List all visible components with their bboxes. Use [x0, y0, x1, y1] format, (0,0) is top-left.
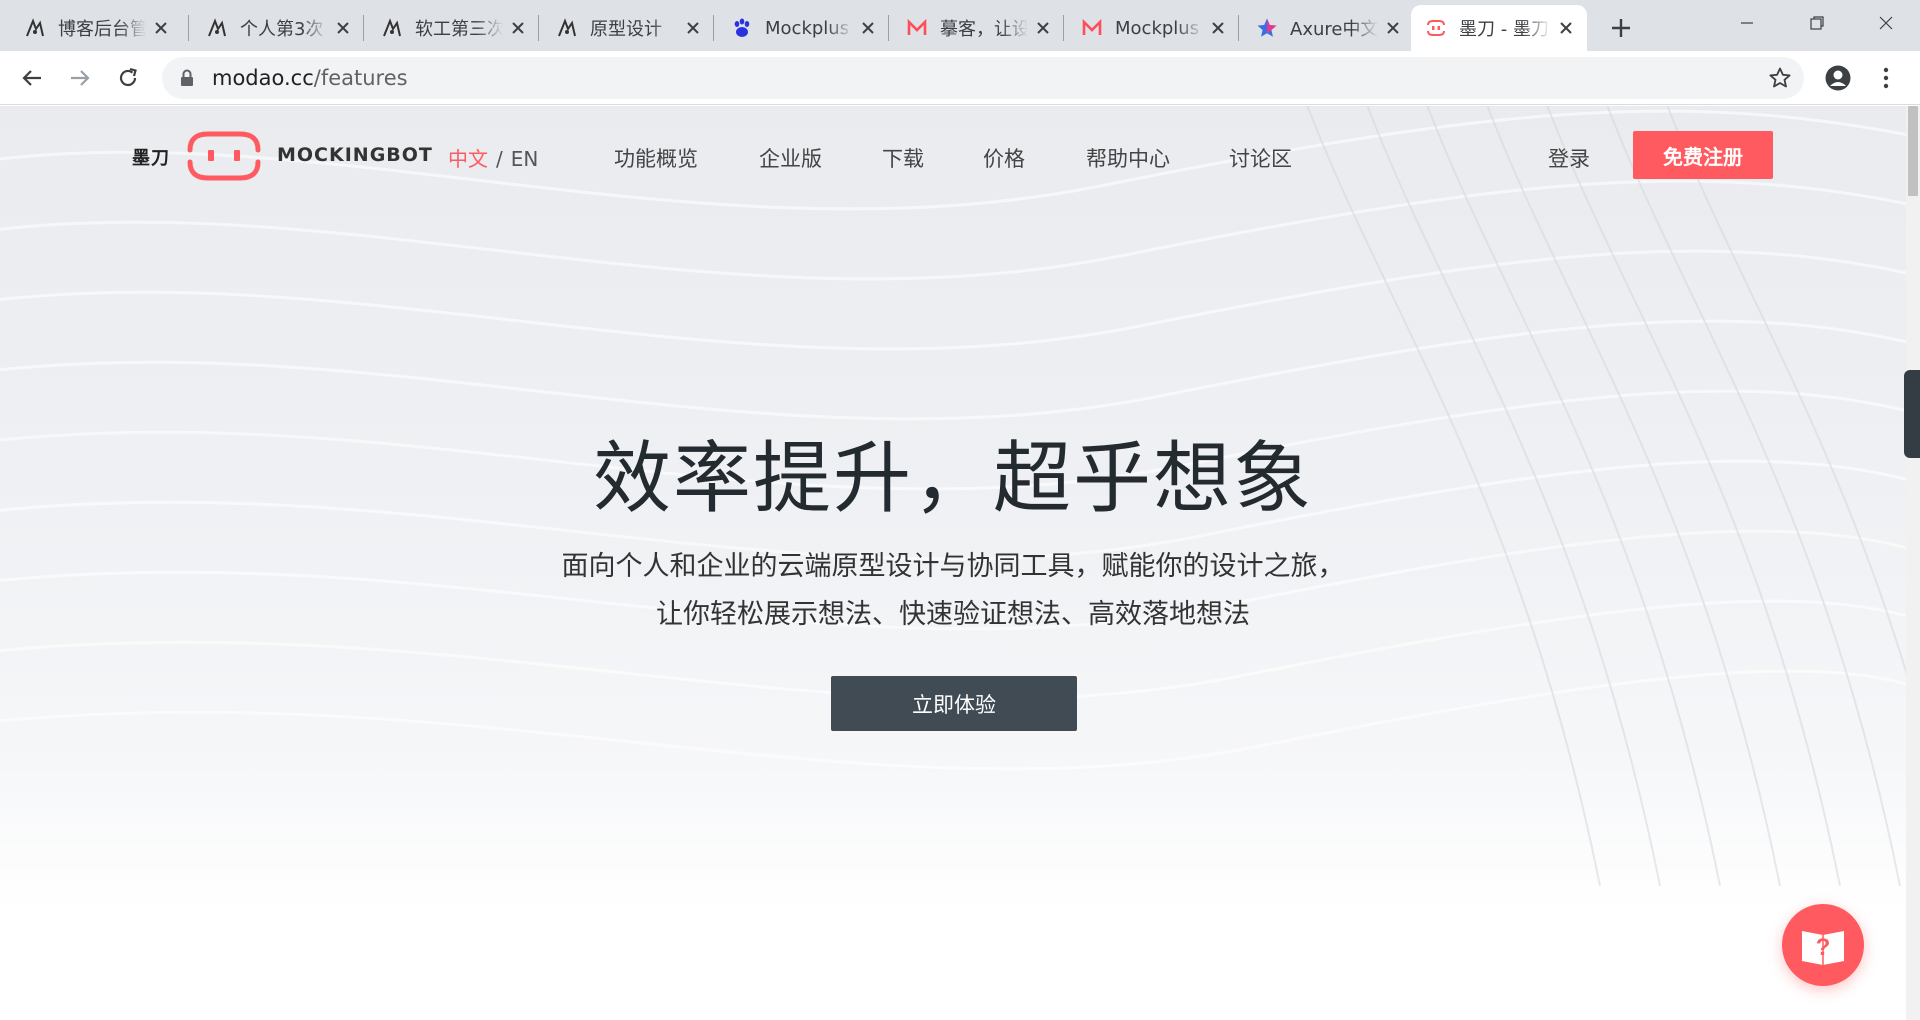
mockplus-m-icon	[1081, 17, 1103, 39]
tab-separator	[1238, 15, 1239, 41]
tab-separator	[713, 15, 714, 41]
tab-separator	[363, 15, 364, 41]
profile-button[interactable]	[1822, 62, 1854, 94]
arrow-right-icon	[71, 70, 90, 86]
side-feedback-widget[interactable]	[1904, 370, 1920, 458]
page-viewport: 墨刀 MOCKINGBOT 中文 / EN 功能概览 企业版 下载 价格 帮助中心 …	[0, 106, 1906, 1020]
tab-title: 摹客，让设	[940, 19, 1028, 40]
cnblogs-icon	[24, 17, 46, 39]
tab-title: 软工第三次	[415, 19, 503, 40]
minimize-icon	[1741, 22, 1753, 24]
tab-2[interactable]: 个人第3次	[192, 5, 364, 51]
close-tab-icon[interactable]	[859, 19, 877, 37]
close-tab-icon[interactable]	[684, 19, 702, 37]
browser-toolbar: modao.cc/features	[0, 51, 1920, 105]
nav-pricing[interactable]: 价格	[983, 143, 1025, 173]
more-vert-icon	[1883, 67, 1889, 89]
url-path: /features	[313, 66, 408, 90]
tab-separator	[538, 15, 539, 41]
signup-button[interactable]: 免费注册	[1633, 131, 1773, 179]
mockingbot-logo-icon[interactable]	[186, 128, 262, 184]
url-host: modao.cc	[212, 66, 314, 90]
tab-5[interactable]: Mockplus	[717, 5, 889, 51]
tab-1[interactable]: 博客后台管	[10, 5, 182, 51]
lang-en-link[interactable]: EN	[511, 147, 539, 171]
tab-title: 墨刀 - 墨刀	[1459, 19, 1549, 40]
tab-4[interactable]: 原型设计	[542, 5, 714, 51]
reload-icon	[119, 67, 137, 87]
tab-title: Mockplus	[765, 17, 850, 39]
logo-text-cn[interactable]: 墨刀	[132, 144, 170, 170]
tab-separator	[888, 15, 889, 41]
reload-button[interactable]	[112, 62, 144, 94]
close-tab-icon[interactable]	[334, 19, 352, 37]
close-tab-icon[interactable]	[1034, 19, 1052, 37]
address-bar[interactable]: modao.cc/features	[162, 57, 1804, 99]
nav-features[interactable]: 功能概览	[614, 143, 698, 173]
tab-3[interactable]: 软工第三次	[367, 5, 539, 51]
lang-separator: /	[496, 147, 503, 171]
lang-cn-link[interactable]: 中文	[448, 147, 488, 171]
page-scrollbar[interactable]	[1906, 106, 1920, 1020]
close-tab-icon[interactable]	[152, 19, 170, 37]
help-glyph: ?	[1816, 934, 1831, 961]
cnblogs-icon	[556, 17, 578, 39]
nav-download[interactable]: 下载	[882, 143, 924, 173]
login-link[interactable]: 登录	[1548, 143, 1590, 173]
forward-button[interactable]	[64, 62, 96, 94]
tab-8[interactable]: Axure中文	[1242, 5, 1414, 51]
new-tab-button[interactable]	[1603, 10, 1639, 46]
bookmark-star-icon[interactable]	[1768, 66, 1792, 90]
close-tab-icon[interactable]	[509, 19, 527, 37]
mockplus-m-icon	[906, 17, 928, 39]
nav-help-center[interactable]: 帮助中心	[1086, 143, 1170, 173]
tab-6[interactable]: 摹客，让设	[892, 5, 1064, 51]
close-icon	[1879, 16, 1893, 30]
baidu-paw-icon	[731, 17, 753, 39]
close-window-button[interactable]	[1869, 6, 1903, 40]
tab-title: 博客后台管	[58, 19, 146, 40]
language-switcher: 中文 / EN	[448, 143, 538, 172]
axure-star-icon	[1256, 17, 1278, 39]
tab-9-active[interactable]: 墨刀 - 墨刀	[1411, 5, 1587, 51]
try-now-button[interactable]: 立即体验	[831, 676, 1077, 731]
tab-title: Axure中文	[1290, 19, 1378, 40]
help-book-icon: ?	[1802, 931, 1844, 965]
restore-icon	[1810, 16, 1824, 30]
tab-separator	[1063, 15, 1064, 41]
logo-text-en[interactable]: MOCKINGBOT	[277, 144, 433, 166]
tab-title: 个人第3次	[240, 19, 324, 40]
cnblogs-icon	[381, 17, 403, 39]
plus-icon	[1612, 19, 1630, 37]
tab-title: 原型设计	[590, 19, 662, 40]
nav-forum[interactable]: 讨论区	[1229, 143, 1292, 173]
nav-enterprise[interactable]: 企业版	[759, 143, 822, 173]
close-tab-icon[interactable]	[1209, 19, 1227, 37]
restore-button[interactable]	[1800, 6, 1834, 40]
minimize-button[interactable]	[1730, 6, 1764, 40]
back-button[interactable]	[16, 62, 48, 94]
cnblogs-icon	[206, 17, 228, 39]
browser-tab-strip: 博客后台管 个人第3次 软工第三次 原型设计 Mockplus 摹客，让设 Mo…	[0, 0, 1920, 51]
tab-separator	[188, 15, 189, 41]
close-tab-icon[interactable]	[1384, 19, 1402, 37]
hero-subtitle-line1: 面向个人和企业的云端原型设计与协同工具，赋能你的设计之旅，	[561, 551, 1345, 582]
hero-subtitle-line2: 让你轻松展示想法、快速验证想法、高效落地想法	[656, 599, 1250, 630]
help-button[interactable]: ?	[1782, 904, 1864, 986]
modao-icon	[1425, 17, 1447, 39]
hero-title: 效率提升，超乎想象	[592, 434, 1313, 524]
scrollbar-thumb[interactable]	[1908, 106, 1918, 196]
arrow-left-icon	[22, 70, 41, 86]
account-circle-icon	[1825, 65, 1851, 91]
close-tab-icon[interactable]	[1557, 19, 1575, 37]
tab-7[interactable]: Mockplus	[1067, 5, 1239, 51]
menu-button[interactable]	[1870, 62, 1902, 94]
lock-icon[interactable]	[180, 69, 196, 87]
tab-title: Mockplus	[1115, 17, 1200, 39]
